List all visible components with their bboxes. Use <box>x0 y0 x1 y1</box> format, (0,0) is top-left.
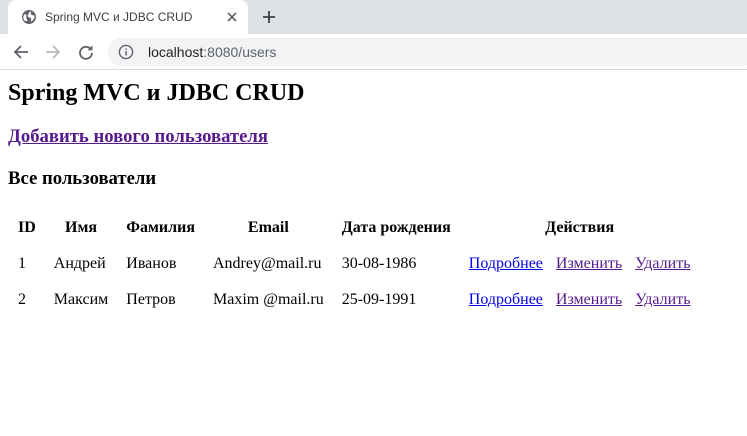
column-header-birth-date: Дата рождения <box>341 219 451 236</box>
column-header-actions: Действия <box>545 219 615 236</box>
section-title: Все пользователи <box>8 168 157 189</box>
column-header-email: Email <box>247 219 289 236</box>
cell-email: Andrey@mail.ru <box>213 255 322 272</box>
delete-link[interactable]: Удалить <box>635 255 690 272</box>
cell-first-name: Андрей <box>53 255 106 272</box>
cell-actions: Подробнее Изменить Удалить <box>461 283 699 317</box>
browser-toolbar: localhost:8080/users <box>0 34 747 70</box>
cell-id: 1 <box>18 255 26 272</box>
table-row: 2 Максим Петров Maxim @mail.ru 25-09-199… <box>10 283 699 317</box>
cell-birth-date: 30-08-1986 <box>341 255 417 272</box>
table-header-row: ID Имя Фамилия Email Дата рождения Дейст… <box>10 211 699 245</box>
edit-link[interactable]: Изменить <box>556 255 622 272</box>
details-link[interactable]: Подробнее <box>469 255 543 272</box>
column-header-first-name: Имя <box>65 219 98 236</box>
column-header-id: ID <box>18 219 36 236</box>
tab-strip: Spring MVC и JDBC CRUD <box>0 0 747 34</box>
cell-email: Maxim @mail.ru <box>213 291 324 308</box>
table-row: 1 Андрей Иванов Andrey@mail.ru 30-08-198… <box>10 247 699 281</box>
reload-icon[interactable] <box>76 42 96 62</box>
url-path: :8080/users <box>203 44 277 60</box>
cell-actions: Подробнее Изменить Удалить <box>461 247 699 281</box>
cell-last-name: Иванов <box>126 255 177 272</box>
browser-tab[interactable]: Spring MVC и JDBC CRUD <box>8 0 248 34</box>
arrow-right-icon[interactable] <box>43 42 63 62</box>
url-text: localhost:8080/users <box>148 44 276 60</box>
info-icon[interactable] <box>118 44 134 60</box>
cell-last-name: Петров <box>126 291 176 308</box>
cell-first-name: Максим <box>53 291 109 308</box>
page-title: Spring MVC и JDBC CRUD <box>8 80 305 106</box>
users-table: ID Имя Фамилия Email Дата рождения Дейст… <box>8 209 701 319</box>
tab-title: Spring MVC и JDBC CRUD <box>45 10 193 24</box>
details-link[interactable]: Подробнее <box>469 291 543 308</box>
add-user-link[interactable]: Добавить нового пользователя <box>8 126 268 148</box>
arrow-left-icon[interactable] <box>11 42 31 62</box>
page-content: Spring MVC и JDBC CRUD Добавить нового п… <box>0 71 747 436</box>
plus-icon[interactable] <box>261 9 277 25</box>
delete-link[interactable]: Удалить <box>635 291 690 308</box>
cell-id: 2 <box>18 291 26 308</box>
edit-link[interactable]: Изменить <box>556 291 622 308</box>
column-header-last-name: Фамилия <box>126 219 195 236</box>
url-host: localhost <box>148 44 204 60</box>
globe-icon <box>21 9 37 25</box>
cell-birth-date: 25-09-1991 <box>341 291 417 308</box>
address-bar[interactable]: localhost:8080/users <box>108 38 747 66</box>
close-icon[interactable] <box>225 10 239 24</box>
